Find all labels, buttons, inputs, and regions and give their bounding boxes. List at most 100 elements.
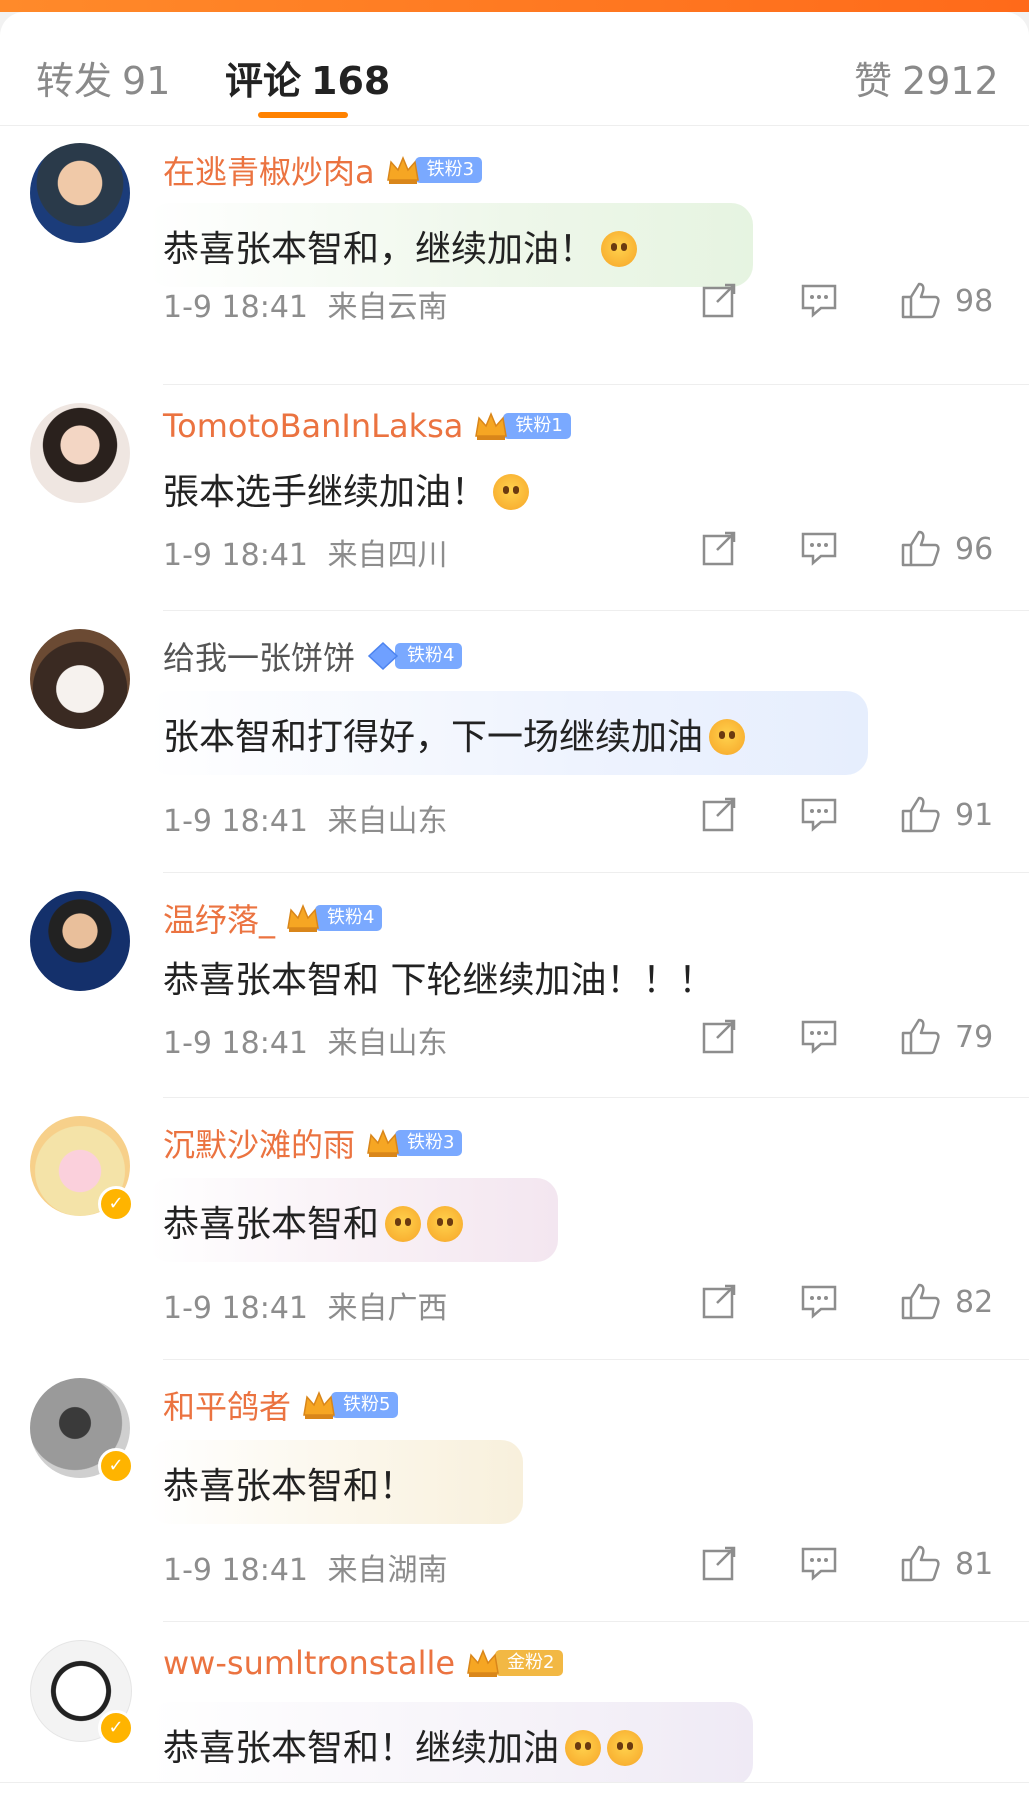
comment-actions: 96 — [699, 528, 1029, 572]
comment-header: 给我一张饼饼 铁粉4 — [163, 633, 463, 679]
emoji-icon — [709, 719, 746, 755]
avatar[interactable] — [30, 629, 130, 729]
crown-icon — [467, 1649, 499, 1677]
comment-location: 来自山东 — [327, 1026, 448, 1061]
like-icon[interactable] — [899, 1016, 943, 1056]
share-icon[interactable] — [699, 1543, 739, 1583]
comment-icon[interactable] — [799, 794, 839, 834]
tab-reposts-count: 91 — [122, 59, 171, 103]
comment-meta: 1-9 18:41 来自云南 — [163, 282, 448, 326]
crown-icon — [287, 904, 319, 932]
comment-text: 恭喜张本智和 — [163, 1195, 464, 1247]
comment-header: 沉默沙滩的雨 铁粉3 — [163, 1120, 463, 1166]
crown-icon — [367, 1129, 399, 1157]
comment-icon[interactable] — [799, 1543, 839, 1583]
share-icon[interactable] — [699, 1281, 739, 1321]
username[interactable]: 在逃青椒炒肉a — [163, 147, 375, 193]
comment-header: 在逃青椒炒肉a 铁粉3 — [163, 147, 483, 193]
comment-meta: 1-9 18:41 来自山东 — [163, 1018, 448, 1062]
comment-location: 来自广西 — [327, 1291, 448, 1326]
fan-badge: 金粉2 — [465, 1648, 563, 1678]
verified-icon: ✓ — [98, 1186, 134, 1222]
username[interactable]: 和平鸽者 — [163, 1382, 291, 1428]
comment-actions: 98 — [699, 280, 1029, 324]
comment-item: 在逃青椒炒肉a 铁粉3 恭喜张本智和，继续加油！ 1-9 18:41 来自云南 … — [0, 125, 1029, 385]
comment-time: 1-9 18:41 — [163, 804, 308, 839]
like-count: 81 — [955, 1547, 994, 1582]
tab-reposts-label: 转发 — [36, 59, 113, 103]
like-icon[interactable] — [899, 1281, 943, 1321]
comment-text-value: 恭喜张本智和 下轮继续加油！！！ — [163, 960, 715, 1001]
comment-icon[interactable] — [799, 1016, 839, 1056]
crown-icon — [386, 156, 419, 184]
comment-text: 恭喜张本智和！继续加油 — [163, 1719, 644, 1771]
fan-badge: 铁粉4 — [285, 903, 383, 933]
comments-sheet: 转发 91 评论 168 赞 2912 在逃青椒炒肉a 铁粉3 恭喜张本智和，继续加油… — [0, 12, 1029, 1809]
emoji-icon — [493, 474, 530, 510]
tab-comments[interactable]: 评论 168 — [225, 50, 390, 105]
username[interactable]: ww-sumltronstalle — [163, 1644, 455, 1682]
verified-icon: ✓ — [98, 1448, 134, 1484]
username[interactable]: TomotoBanInLaksa — [163, 407, 463, 445]
comment-text-value: 張本选手继续加油！ — [163, 472, 488, 513]
comment-text-value: 恭喜张本智和！ — [163, 1466, 416, 1507]
username[interactable]: 温纾落_ — [163, 895, 275, 941]
tab-likes-label: 赞 — [854, 59, 893, 103]
comment-item: ✓ 和平鸽者 铁粉5 恭喜张本智和！ 1-9 18:41 来自湖南 81 — [0, 1360, 1029, 1622]
comment-time: 1-9 18:41 — [163, 1026, 308, 1061]
share-icon[interactable] — [699, 528, 739, 568]
diamond-icon — [367, 641, 399, 671]
avatar[interactable] — [30, 143, 130, 243]
comment-text-value: 恭喜张本智和！继续加油 — [163, 1728, 560, 1769]
like-icon[interactable] — [899, 280, 943, 320]
comment-actions: 91 — [699, 794, 1029, 838]
emoji-icon — [607, 1730, 644, 1766]
like-count: 98 — [955, 284, 994, 319]
comment-time: 1-9 18:41 — [163, 538, 308, 573]
emoji-icon — [601, 231, 638, 267]
comment-text: 恭喜张本智和！ — [163, 1457, 415, 1509]
avatar[interactable] — [30, 403, 130, 503]
fan-badge: 铁粉4 — [365, 641, 463, 671]
share-icon[interactable] — [699, 1016, 739, 1056]
comment-icon[interactable] — [799, 280, 839, 320]
like-icon[interactable] — [899, 794, 943, 834]
like-count: 79 — [955, 1020, 994, 1055]
comment-actions: 81 — [699, 1543, 1029, 1587]
tab-reposts[interactable]: 转发 91 — [36, 50, 170, 105]
like-count: 82 — [955, 1285, 994, 1320]
active-tab-indicator — [258, 112, 348, 118]
comment-meta: 1-9 18:41 来自广西 — [163, 1283, 448, 1327]
username[interactable]: 给我一张饼饼 — [163, 633, 355, 679]
share-icon[interactable] — [699, 794, 739, 834]
tab-likes[interactable]: 赞 2912 — [854, 50, 999, 105]
like-count: 91 — [955, 798, 994, 833]
emoji-icon — [385, 1206, 422, 1242]
badge-label: 铁粉4 — [395, 643, 463, 669]
emoji-icon — [427, 1206, 464, 1242]
fan-badge: 铁粉3 — [365, 1128, 463, 1158]
like-icon[interactable] — [899, 528, 943, 568]
tab-comments-count: 168 — [311, 59, 391, 103]
comment-icon[interactable] — [799, 528, 839, 568]
bottom-bar — [0, 1782, 1029, 1809]
fan-badge: 铁粉1 — [473, 411, 571, 441]
comment-text: 張本选手继续加油！ — [163, 463, 530, 515]
fan-badge: 铁粉5 — [301, 1390, 399, 1420]
tab-comments-label: 评论 — [225, 59, 302, 103]
avatar[interactable] — [30, 891, 130, 991]
crown-icon — [303, 1391, 335, 1419]
like-icon[interactable] — [899, 1543, 943, 1583]
tab-likes-count: 2912 — [902, 59, 999, 103]
comment-header: 温纾落_ 铁粉4 — [163, 895, 383, 941]
comment-item: TomotoBanInLaksa 铁粉1 張本选手继续加油！ 1-9 18:41… — [0, 385, 1029, 611]
comment-header: TomotoBanInLaksa 铁粉1 — [163, 407, 571, 445]
comment-location: 来自四川 — [327, 538, 448, 573]
username[interactable]: 沉默沙滩的雨 — [163, 1120, 355, 1166]
comment-location: 来自山东 — [327, 804, 448, 839]
comment-icon[interactable] — [799, 1281, 839, 1321]
comment-actions: 79 — [699, 1016, 1029, 1060]
share-icon[interactable] — [699, 280, 739, 320]
comment-text-value: 恭喜张本智和 — [163, 1204, 380, 1245]
comment-actions: 82 — [699, 1281, 1029, 1325]
